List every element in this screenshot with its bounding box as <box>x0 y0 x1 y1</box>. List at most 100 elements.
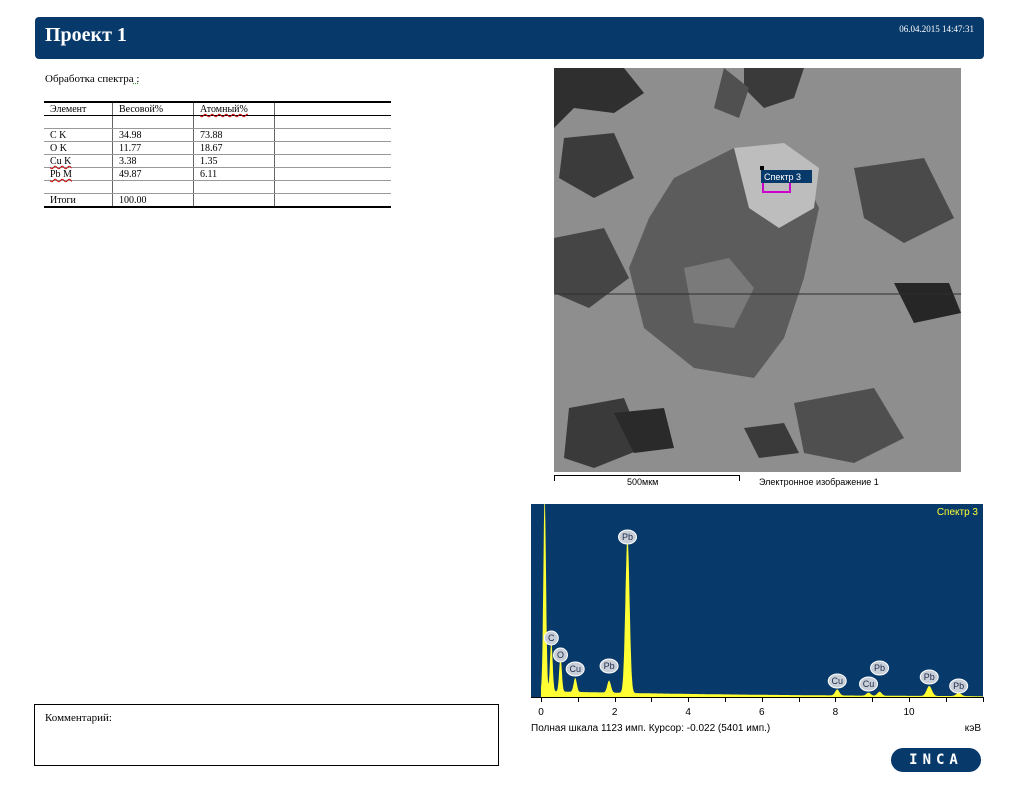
table-cell: C K <box>44 128 113 142</box>
axis-tick <box>982 697 984 702</box>
table-cell: 34.98 <box>112 128 194 142</box>
axis-tick-label: 8 <box>832 707 839 718</box>
peak-label-text: Cu <box>863 679 875 689</box>
peak-label-cu: Cu <box>827 673 847 689</box>
axis-tick <box>651 697 653 702</box>
table-row <box>44 180 391 194</box>
peak-label-cu: Cu <box>859 676 879 692</box>
table-cell: Pb M <box>44 167 113 181</box>
peak-label-pb: Pb <box>919 669 939 685</box>
table-cell <box>274 115 391 129</box>
axis-tick <box>835 697 837 702</box>
results-table: Элемент Весовой% Атомный% C K 34.98 73.88 … <box>44 101 391 208</box>
table-cell <box>274 167 391 181</box>
table-cell <box>274 141 391 155</box>
table-cell <box>193 115 275 129</box>
axis-line <box>531 697 983 706</box>
axis-tick-label: 0 <box>538 707 544 718</box>
table-cell: 73.88 <box>193 128 275 142</box>
peak-label-text: Cu <box>831 676 843 686</box>
report-datetime: 06.04.2015 14:47:31 <box>899 24 974 34</box>
axis-tick <box>688 697 690 702</box>
table-row: Pb M 49.87 6.11 <box>44 167 391 181</box>
project-title: Проект 1 <box>45 24 127 46</box>
table-cell: Cu K <box>44 154 113 168</box>
axis-tick <box>577 697 579 702</box>
logo-text: INCA <box>909 752 963 768</box>
axis-tick <box>909 697 910 702</box>
table-cell: O K <box>44 141 113 155</box>
report-header: Проект 1 06.04.2015 14:47:31 <box>35 17 984 59</box>
peak-label-pb: Pb <box>599 658 619 674</box>
table-cell: 6.11 <box>193 167 275 181</box>
comment-label: Комментарий: <box>45 712 112 724</box>
axis-tick-label: 4 <box>685 707 691 718</box>
table-cell: 11.77 <box>112 141 194 155</box>
axis-tick <box>798 697 800 702</box>
axis-tick <box>725 697 726 702</box>
table-cell: 100.00 <box>112 193 194 208</box>
peak-label-text: O <box>557 650 564 660</box>
spectrum-marker-label: Спектр 3 <box>764 172 801 182</box>
axis-tick-label: 2 <box>611 707 618 718</box>
table-row: Cu K 3.38 1.35 <box>44 154 391 168</box>
peak-label-text: Pb <box>924 672 935 682</box>
peak-label-text: C <box>548 633 555 643</box>
table-cell: 49.87 <box>112 167 194 181</box>
table-cell <box>193 180 275 194</box>
table-cell: Итоги <box>44 193 113 208</box>
table-row: O K 11.77 18.67 <box>44 141 391 155</box>
column-header: Элемент <box>44 101 113 116</box>
table-row: C K 34.98 73.88 <box>44 128 391 142</box>
comment-box[interactable]: Комментарий: <box>34 704 499 766</box>
table-cell <box>44 115 113 129</box>
scale-length: 500мкм <box>627 477 659 487</box>
image-scalebar: 500мкм Электронное изображение 1 <box>554 472 961 492</box>
table-cell <box>274 128 391 142</box>
peak-label-pb: Pb <box>949 678 969 694</box>
table-cell <box>193 193 275 208</box>
table-cell <box>112 115 194 129</box>
peak-label-text: Pb <box>874 663 885 673</box>
table-header-row: Элемент Весовой% Атомный% <box>44 101 391 116</box>
peak-label-pb: Pb <box>870 660 890 676</box>
peak-label-text: Pb <box>953 681 964 691</box>
axis-tick <box>872 697 874 702</box>
table-cell <box>274 154 391 168</box>
section-label-suffix: : <box>133 73 140 85</box>
spectrum-axis: 0 2 4 6 8 10 Полная шкала 1123 имп. Курсор: -… <box>531 697 984 737</box>
peak-label-text: Cu <box>569 664 581 674</box>
peak-label-c: C <box>543 630 559 646</box>
electron-image: Спектр 3 <box>554 68 961 472</box>
axis-tick-label: 10 <box>903 707 915 718</box>
peak-label-text: Pb <box>622 532 633 542</box>
peak-label-pb: Pb <box>617 529 637 545</box>
axis-tick <box>614 697 616 702</box>
axis-tick-label: 6 <box>759 707 765 718</box>
section-label: Обработка спектра : <box>45 73 139 85</box>
table-cell <box>112 180 194 194</box>
peak-label-o: O <box>553 647 569 663</box>
column-header: Весовой% <box>112 101 194 116</box>
column-header <box>274 101 391 116</box>
spectrum-plot: C O Cu Pb Pb Cu Cu Pb Pb Pb Спектр 3 <box>531 504 983 697</box>
table-cell <box>274 193 391 208</box>
axis-unit: кэВ <box>964 723 981 734</box>
axis-tick <box>945 697 947 702</box>
section-label-text: Обработка спектра <box>45 73 134 85</box>
axis-tick <box>541 697 542 702</box>
table-row: Итоги 100.00 <box>44 193 391 208</box>
table-cell: 18.67 <box>193 141 275 155</box>
table-cell: 1.35 <box>193 154 275 168</box>
column-header: Атомный% <box>193 101 275 116</box>
inca-logo: INCA <box>891 748 981 772</box>
spectrum-label: Спектр 3 <box>936 507 978 518</box>
table-cell <box>44 180 113 194</box>
table-row <box>44 115 391 129</box>
electron-image-drawing: Спектр 3 <box>554 68 961 472</box>
table-cell <box>274 180 391 194</box>
table-cell: 3.38 <box>112 154 194 168</box>
spectrum-chart: CO Cu Pb Pb Cu Cu Pb Pb Pb <box>541 504 983 697</box>
axis-tick <box>761 697 763 702</box>
peak-label-text: Pb <box>604 661 615 671</box>
